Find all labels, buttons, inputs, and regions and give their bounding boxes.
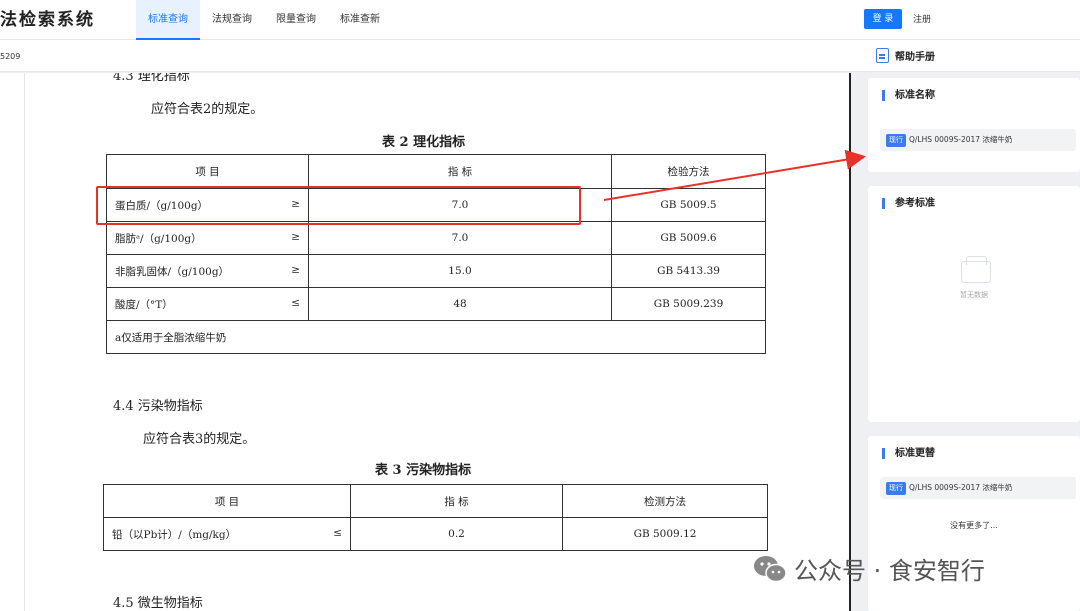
panel-title: 标准更替 [882,448,935,459]
document-edge [849,73,851,611]
help-manual-link[interactable]: 帮助手册 [876,48,935,63]
top-bar: 法检索系统 标准查询 法规查询 限量查询 标准查新 登 录 注册 [0,0,1080,40]
panel-title: 标准名称 [882,90,935,101]
wechat-icon [754,555,787,582]
table3-caption: 表 3 污染物指标 [375,463,472,478]
table-header: 指 标 [350,484,563,518]
watermark: 公众号 · 食安智行 [752,551,985,586]
section-heading-4-3: 4.3 理化指标 [113,73,190,84]
table-header: 项 目 [106,154,309,189]
table-row: 脂肪ᵃ/（g/100g） ≥ 7.0 GB 5009.6 [106,221,766,255]
watermark-text: 公众号 · 食安智行 [794,557,985,585]
panel-title: 参考标准 [882,198,935,209]
table-cell-method: GB 5413.39 [611,254,766,288]
paragraph-table3-ref: 应符合表3的规定。 [143,432,256,447]
table-row: 铅（以Pb计）/（mg/kg） ≤ 0.2 GB 5009.12 [103,517,768,551]
table2-caption: 表 2 理化指标 [382,135,466,150]
table-cell-method: GB 5009.5 [611,188,766,222]
standard-card[interactable]: 现行 Q/LHS 0009S-2017 浓缩牛奶 [880,129,1076,151]
highlight-box [96,186,581,225]
pdf-icon [876,48,889,63]
status-badge: 现行 [886,482,906,495]
table-cell-item: 非脂乳固体/（g/100g） ≥ [106,254,309,288]
left-panel-edge [0,73,24,611]
table-row: 酸度/（°T） ≤ 48 GB 5009.239 [106,287,766,321]
nav-standard-novelty[interactable]: 标准查新 [328,0,392,40]
table-cell-item: 脂肪ᵃ/（g/100g） ≥ [106,221,309,255]
table-cell-value: 15.0 [308,254,612,288]
nav-regulation-query[interactable]: 法规查询 [200,0,264,40]
main-nav: 标准查询 法规查询 限量查询 标准查新 [136,0,392,40]
help-manual-label: 帮助手册 [895,52,935,63]
table-cell-value: 0.2 [350,517,563,551]
table-header: 检测方法 [562,484,768,518]
table-cell-method: GB 5009.239 [611,287,766,321]
table-cell-method: GB 5009.6 [611,221,766,255]
table-footnote: a仅适用于全脂浓缩牛奶 [106,320,766,354]
table-cell-item: 酸度/（°T） ≤ [106,287,309,321]
document-viewer[interactable]: 4.3 理化指标 应符合表2的规定。 表 2 理化指标 项 目 指 标 检验方法… [24,73,850,611]
panel-standard-name: 标准名称 现行 Q/LHS 0009S-2017 浓缩牛奶 [868,78,1080,172]
standard-name: Q/LHS 0009S-2017 浓缩牛奶 [909,483,1013,492]
table3-contaminants: 项 目 指 标 检测方法 铅（以Pb计）/（mg/kg） ≤ 0.2 GB 500… [103,484,768,551]
no-more-text: 没有更多了... [950,521,998,530]
table-row: 非脂乳固体/（g/100g） ≥ 15.0 GB 5413.39 [106,254,766,288]
table-cell-item: 铅（以Pb计）/（mg/kg） ≤ [103,517,351,551]
app-logo: 法检索系统 [0,10,95,30]
table-cell-method: GB 5009.12 [562,517,768,551]
empty-state-text: 暂无数据 [960,291,988,299]
table-header: 项 目 [103,484,351,518]
panel-reference-standards: 参考标准 暂无数据 [868,186,1080,422]
section-heading-4-4: 4.4 污染物指标 [113,399,203,414]
table2-physicochemical: 项 目 指 标 检验方法 蛋白质/（g/100g） ≥ 7.0 GB 5009.5… [106,154,766,354]
sub-bar: 5209 帮助手册 [0,40,1080,72]
table-header: 指 标 [308,154,612,189]
standard-name: Q/LHS 0009S-2017 浓缩牛奶 [909,135,1013,144]
register-link[interactable]: 注册 [913,12,931,25]
empty-inbox-icon [961,256,991,283]
table-header: 检验方法 [611,154,766,189]
standard-card[interactable]: 现行 Q/LHS 0009S-2017 浓缩牛奶 [880,477,1076,499]
table-cell-value: 48 [308,287,612,321]
paragraph-table2-ref: 应符合表2的规定。 [151,102,264,117]
document-code: 5209 [0,52,21,61]
table-cell-value: 7.0 [308,221,612,255]
nav-standard-query[interactable]: 标准查询 [136,0,200,40]
status-badge: 现行 [886,134,906,147]
section-heading-4-5: 4.5 微生物指标 [113,596,203,611]
login-button[interactable]: 登 录 [864,9,902,29]
nav-limit-query[interactable]: 限量查询 [264,0,328,40]
